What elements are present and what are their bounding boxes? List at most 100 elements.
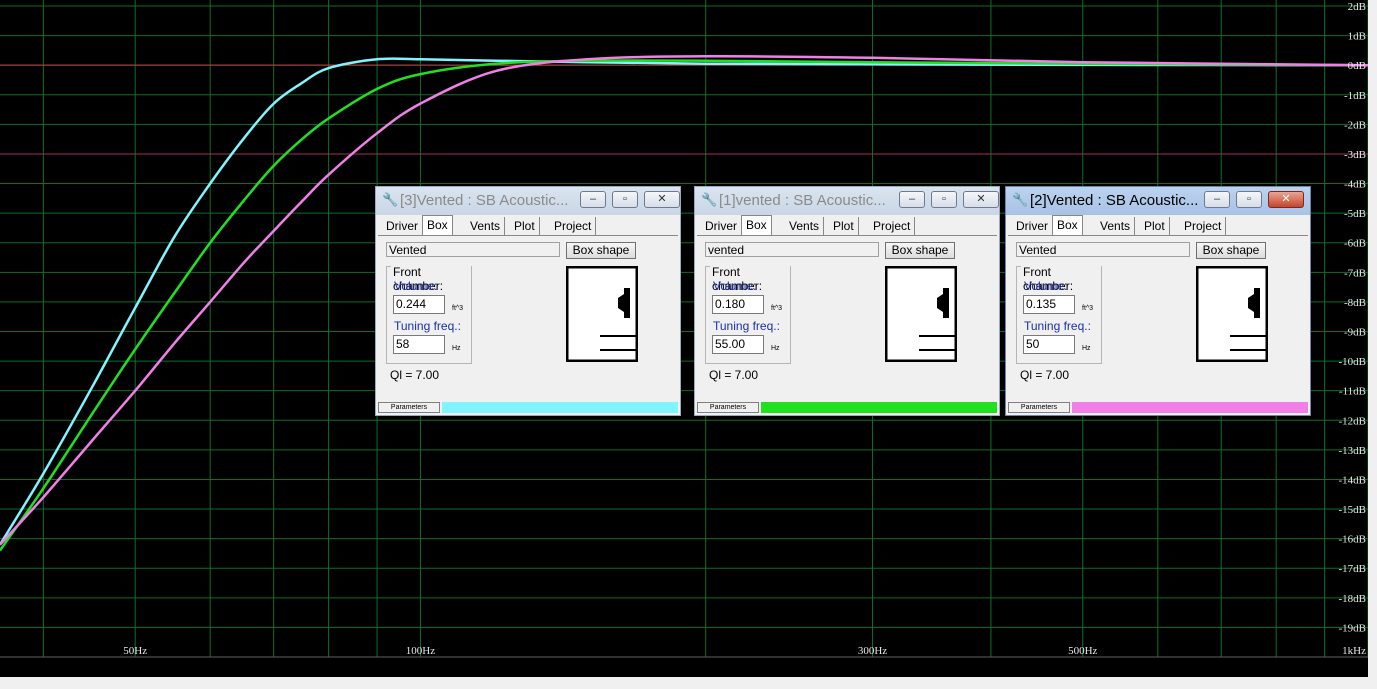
title-bar[interactable]: 🔧 [2]Vented : SB Acoustic... – ▫ ✕	[1006, 187, 1310, 215]
y-tick-label: -8dB	[1344, 297, 1366, 309]
tab-plot[interactable]: Plot	[510, 217, 540, 235]
x-tick-label: 1kHz	[1342, 645, 1366, 657]
speaker-tool-icon: 🔧	[701, 192, 718, 207]
box-panel: Vented Box shape Front chamber: Volume: …	[378, 235, 678, 408]
x-tick-label: 50Hz	[123, 645, 147, 657]
minimize-icon[interactable]: –	[899, 191, 925, 208]
box-panel: Vented Box shape Front chamber: Volume: …	[1008, 235, 1308, 408]
front-chamber-group: Front chamber: Volume: 0.244 ft^3 Tuning…	[386, 265, 472, 364]
tab-project[interactable]: Project	[1180, 217, 1227, 235]
y-tick-label: -1dB	[1344, 90, 1366, 102]
y-tick-label: -10dB	[1339, 356, 1367, 368]
box-panel: vented Box shape Front chamber: Volume: …	[697, 235, 997, 408]
ql-value: Ql = 7.00	[1020, 368, 1070, 382]
y-tick-label: -2dB	[1344, 119, 1366, 131]
tab-bar: Driver Box Vents Plot Project	[378, 215, 678, 235]
tuning-freq-label: Tuning freq.:	[394, 319, 461, 333]
box-type-field[interactable]: Vented	[386, 242, 560, 257]
window-title: [2]Vented : SB Acoustic...	[1030, 192, 1199, 209]
y-tick-label: -14dB	[1339, 474, 1367, 486]
y-tick-label: -12dB	[1339, 415, 1367, 427]
y-tick-label: -6dB	[1344, 238, 1366, 250]
y-tick-label: 2dB	[1348, 1, 1366, 13]
tab-bar: Driver Box Vents Plot Project	[1008, 215, 1308, 235]
status-bar: Parameters	[1008, 402, 1308, 413]
box-shape-button[interactable]: Box shape	[566, 242, 636, 259]
tab-plot[interactable]: Plot	[829, 217, 859, 235]
minimize-icon[interactable]: –	[580, 191, 606, 208]
close-icon[interactable]: ✕	[644, 191, 680, 208]
ql-value: Ql = 7.00	[390, 368, 440, 382]
y-tick-label: -19dB	[1339, 622, 1367, 634]
y-tick-label: -9dB	[1344, 327, 1366, 339]
tab-plot[interactable]: Plot	[1140, 217, 1170, 235]
volume-input[interactable]: 0.180	[712, 295, 764, 314]
box-shape-button[interactable]: Box shape	[885, 242, 955, 259]
tab-box[interactable]: Box	[1052, 215, 1083, 235]
y-tick-label: -5dB	[1344, 208, 1366, 220]
horizontal-scrollbar	[0, 677, 1377, 689]
box-shape-diagram	[885, 266, 957, 362]
maximize-icon[interactable]: ▫	[1236, 191, 1262, 208]
front-chamber-group: Front chamber: Volume: 0.180 ft^3 Tuning…	[705, 265, 791, 364]
parameters-status[interactable]: Parameters	[697, 402, 759, 413]
tab-driver[interactable]: Driver	[701, 217, 742, 235]
y-tick-label: -11dB	[1339, 386, 1366, 398]
y-tick-label: -7dB	[1344, 267, 1366, 279]
box-type-field[interactable]: vented	[705, 242, 879, 257]
maximize-icon[interactable]: ▫	[931, 191, 957, 208]
tuning-freq-input[interactable]: 58	[393, 335, 445, 354]
box-shape-diagram	[566, 266, 638, 362]
volume-unit: ft^3	[1082, 305, 1094, 312]
status-bar: Parameters	[697, 402, 997, 413]
tab-vents[interactable]: Vents	[466, 217, 506, 235]
tab-project[interactable]: Project	[869, 217, 916, 235]
y-tick-label: 1dB	[1348, 31, 1366, 43]
y-tick-label: 0dB	[1348, 60, 1366, 72]
box-window-3[interactable]: 🔧 [3]Vented : SB Acoustic... – ▫ ✕ Drive…	[375, 186, 681, 416]
title-bar[interactable]: 🔧 [1]vented : SB Acoustic... – ▫ ✕	[695, 187, 999, 215]
y-tick-label: -3dB	[1344, 149, 1366, 161]
box-shape-diagram	[1196, 266, 1268, 362]
tuning-freq-input[interactable]: 50	[1023, 335, 1075, 354]
volume-label: Volume:	[713, 279, 757, 293]
tab-driver[interactable]: Driver	[382, 217, 423, 235]
maximize-icon[interactable]: ▫	[612, 191, 638, 208]
tuning-freq-unit: Hz	[771, 345, 780, 352]
x-tick-label: 300Hz	[858, 645, 887, 657]
tuning-freq-unit: Hz	[452, 345, 461, 352]
box-type-field[interactable]: Vented	[1016, 242, 1190, 257]
close-icon[interactable]: ✕	[963, 191, 999, 208]
y-tick-label: -16dB	[1339, 534, 1367, 546]
tuning-freq-unit: Hz	[1082, 345, 1091, 352]
tab-driver[interactable]: Driver	[1012, 217, 1053, 235]
box-window-1[interactable]: 🔧 [1]vented : SB Acoustic... – ▫ ✕ Drive…	[694, 186, 1000, 416]
tab-project[interactable]: Project	[550, 217, 597, 235]
speaker-tool-icon: 🔧	[382, 192, 399, 207]
front-chamber-group: Front chamber: Volume: 0.135 ft^3 Tuning…	[1016, 265, 1102, 364]
parameters-status[interactable]: Parameters	[378, 402, 440, 413]
title-bar[interactable]: 🔧 [3]Vented : SB Acoustic... – ▫ ✕	[376, 187, 680, 215]
ql-value: Ql = 7.00	[709, 368, 759, 382]
parameters-status[interactable]: Parameters	[1008, 402, 1070, 413]
speaker-tool-icon: 🔧	[1012, 192, 1029, 207]
box-window-2[interactable]: 🔧 [2]Vented : SB Acoustic... – ▫ ✕ Drive…	[1005, 186, 1311, 416]
tab-box[interactable]: Box	[741, 215, 772, 235]
volume-input[interactable]: 0.244	[393, 295, 445, 314]
volume-input[interactable]: 0.135	[1023, 295, 1075, 314]
tab-box[interactable]: Box	[422, 215, 453, 235]
y-tick-label: -4dB	[1344, 179, 1366, 191]
close-icon[interactable]: ✕	[1268, 191, 1304, 208]
minimize-icon[interactable]: –	[1204, 191, 1230, 208]
tab-vents[interactable]: Vents	[785, 217, 825, 235]
series-color-swatch	[761, 402, 997, 413]
tab-vents[interactable]: Vents	[1096, 217, 1136, 235]
x-tick-label: 500Hz	[1068, 645, 1097, 657]
y-tick-label: -13dB	[1339, 445, 1367, 457]
tuning-freq-input[interactable]: 55.00	[712, 335, 764, 354]
volume-unit: ft^3	[771, 305, 783, 312]
box-shape-button[interactable]: Box shape	[1196, 242, 1266, 259]
y-tick-label: -17dB	[1339, 563, 1367, 575]
y-tick-label: -18dB	[1339, 593, 1367, 605]
tuning-freq-label: Tuning freq.:	[713, 319, 780, 333]
